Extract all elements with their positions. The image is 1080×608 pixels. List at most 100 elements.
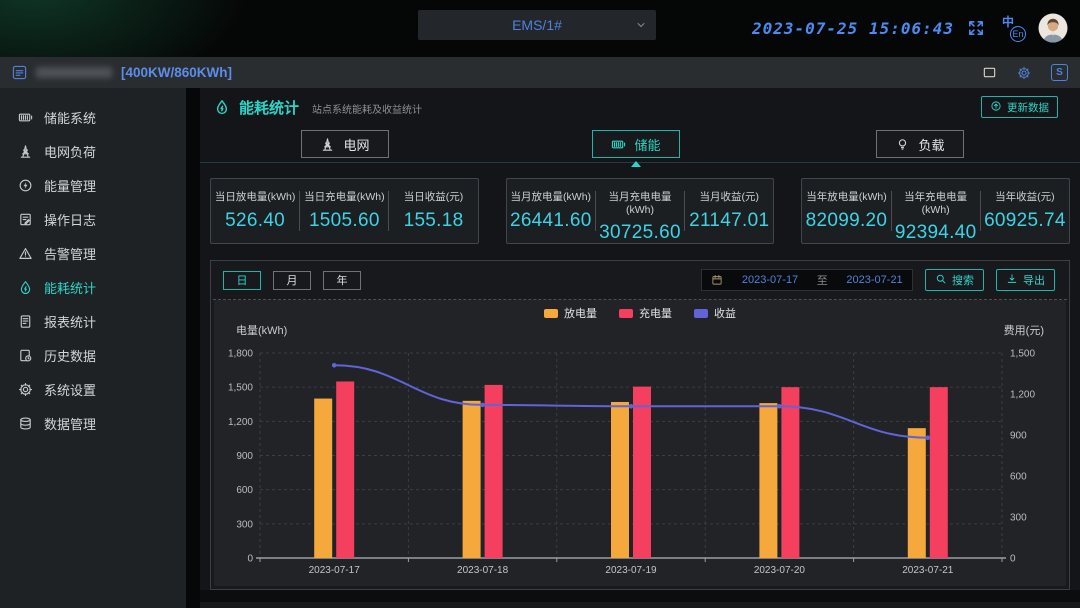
operation-log-icon bbox=[18, 212, 33, 227]
stat-label: 当年充电电量(kWh) bbox=[892, 189, 980, 216]
svg-text:2023-07-21: 2023-07-21 bbox=[902, 565, 954, 576]
sidebar-item-4[interactable]: 操作日志 bbox=[0, 202, 186, 236]
stat-item: 当日收益(元) 155.18 bbox=[389, 179, 477, 243]
date-from-value[interactable]: 2023-07-17 bbox=[742, 274, 798, 286]
export-icon bbox=[1006, 273, 1018, 288]
gear-icon[interactable] bbox=[1017, 66, 1031, 80]
sidebar-item-8[interactable]: 历史数据 bbox=[0, 338, 186, 372]
svg-text:2023-07-19: 2023-07-19 bbox=[605, 565, 657, 576]
stat-label: 当日收益(元) bbox=[389, 189, 477, 204]
sidebar-item-1[interactable]: 储能系统 bbox=[0, 100, 186, 134]
sidebar-item-5[interactable]: 告警管理 bbox=[0, 236, 186, 270]
sidebar-item-6[interactable]: 能耗统计 bbox=[0, 270, 186, 304]
stat-value: 155.18 bbox=[389, 210, 477, 232]
stats-card: 当月放电量(kWh)26441.60当月充电电量(kWh)30725.60当月收… bbox=[506, 178, 775, 244]
svg-text:费用(元): 费用(元) bbox=[1004, 324, 1044, 337]
stat-value: 82099.20 bbox=[802, 210, 890, 232]
page-header: 能耗统计 站点系统能耗及收益统计 更新数据 bbox=[200, 88, 1080, 126]
period-button-2[interactable]: 月 bbox=[273, 271, 311, 290]
stat-value: 30725.60 bbox=[596, 222, 684, 244]
refresh-data-button[interactable]: 更新数据 bbox=[981, 96, 1058, 118]
legend-item[interactable]: 收益 bbox=[694, 305, 736, 321]
stat-label: 当日放电量(kWh) bbox=[211, 189, 299, 204]
stat-label: 当年收益(元) bbox=[981, 189, 1069, 204]
svg-text:2023-07-20: 2023-07-20 bbox=[754, 565, 806, 576]
language-en-label: En bbox=[1010, 26, 1026, 42]
svg-text:1,200: 1,200 bbox=[228, 417, 253, 428]
tab-3[interactable]: 负载 bbox=[876, 130, 964, 158]
battery-icon bbox=[611, 137, 626, 152]
stat-label: 当月充电电量(kWh) bbox=[596, 189, 684, 216]
page-subtitle: 站点系统能耗及收益统计 bbox=[312, 101, 422, 116]
svg-text:600: 600 bbox=[236, 485, 253, 496]
date-range-picker[interactable]: 2023-07-17 至 2023-07-21 bbox=[701, 269, 913, 291]
date-to-value[interactable]: 2023-07-21 bbox=[846, 274, 902, 286]
date-to-label: 至 bbox=[817, 272, 828, 288]
period-button-1[interactable]: 日 bbox=[223, 271, 261, 290]
period-button-3[interactable]: 年 bbox=[323, 271, 361, 290]
export-label: 导出 bbox=[1023, 272, 1045, 288]
svg-text:1,200: 1,200 bbox=[1010, 390, 1035, 401]
stats-card: 当日放电量(kWh) 526.40当日充电量(kWh)1505.60当日收益(元)… bbox=[210, 178, 479, 244]
sidebar-item-3[interactable]: 能量管理 bbox=[0, 168, 186, 202]
grid-tower-icon bbox=[18, 144, 33, 159]
grid-tower-icon bbox=[320, 137, 335, 152]
battery-icon bbox=[18, 110, 33, 125]
legend-swatch bbox=[544, 309, 558, 318]
data-manage-icon bbox=[18, 416, 33, 431]
drop-icon bbox=[18, 280, 33, 295]
stat-value: 526.40 bbox=[211, 210, 299, 232]
history-icon bbox=[18, 348, 33, 363]
station-selector-value: EMS/1# bbox=[512, 17, 562, 33]
stat-item: 当日放电量(kWh) 526.40 bbox=[211, 179, 299, 243]
stat-label: 当日充电量(kWh) bbox=[300, 189, 388, 204]
energy-chart: 电量(kWh)费用(元)03006009001,2001,5001,800030… bbox=[214, 321, 1066, 585]
sidebar-item-2[interactable]: 电网负荷 bbox=[0, 134, 186, 168]
stat-value: 26441.60 bbox=[507, 210, 595, 232]
refresh-label: 更新数据 bbox=[1007, 100, 1049, 115]
stat-item: 当年收益(元)60925.74 bbox=[981, 179, 1069, 243]
export-button[interactable]: 导出 bbox=[996, 269, 1055, 291]
sidebar-item-9[interactable]: 系统设置 bbox=[0, 372, 186, 406]
category-tabs: 电网 储能 负载 bbox=[200, 128, 1080, 164]
svg-text:电量(kWh): 电量(kWh) bbox=[236, 324, 287, 337]
sidebar: 储能系统 电网负荷 能量管理 操作日志 告警管理 能耗统计 报表统计 历史数据 … bbox=[0, 88, 186, 608]
legend-item[interactable]: 充电量 bbox=[619, 305, 672, 321]
svg-text:1,500: 1,500 bbox=[1010, 349, 1035, 360]
legend-swatch bbox=[694, 309, 708, 318]
tab-1[interactable]: 电网 bbox=[301, 130, 389, 158]
svg-text:900: 900 bbox=[236, 451, 253, 462]
tab-2[interactable]: 储能 bbox=[592, 130, 680, 158]
page-title: 能耗统计 bbox=[239, 97, 299, 118]
titlebar: [400KW/860KWh] S bbox=[0, 57, 1080, 88]
stat-label: 当年放电量(kWh) bbox=[802, 189, 890, 204]
bottom-strip bbox=[200, 590, 1080, 608]
app-badge-icon[interactable]: S bbox=[1051, 64, 1068, 81]
stat-label: 当月收益(元) bbox=[685, 189, 773, 204]
avatar[interactable] bbox=[1038, 13, 1068, 43]
display-icon[interactable] bbox=[982, 65, 997, 80]
search-label: 搜索 bbox=[952, 272, 974, 288]
legend-item[interactable]: 放电量 bbox=[544, 305, 597, 321]
svg-text:2023-07-18: 2023-07-18 bbox=[457, 565, 509, 576]
svg-text:900: 900 bbox=[1010, 431, 1027, 442]
energy-manage-icon bbox=[18, 178, 33, 193]
stats-card: 当年放电量(kWh) 82099.20当年充电电量(kWh)92394.40当年收… bbox=[801, 178, 1070, 244]
date-text: 2023-07-25 bbox=[752, 19, 858, 38]
station-selector[interactable]: EMS/1# bbox=[418, 10, 656, 40]
sidebar-item-7[interactable]: 报表统计 bbox=[0, 304, 186, 338]
sidebar-item-10[interactable]: 数据管理 bbox=[0, 406, 186, 440]
language-toggle[interactable]: 中 En bbox=[998, 15, 1025, 42]
settings-icon bbox=[18, 382, 33, 397]
svg-text:1,500: 1,500 bbox=[228, 383, 253, 394]
svg-text:0: 0 bbox=[1010, 554, 1016, 565]
chart-zone: 放电量 充电量 收益 电量(kWh)费用(元)03006009001,2001,… bbox=[214, 300, 1066, 586]
svg-text:0: 0 bbox=[247, 554, 253, 565]
search-button[interactable]: 搜索 bbox=[925, 269, 984, 291]
fullscreen-icon[interactable] bbox=[967, 19, 985, 37]
stat-item: 当年充电电量(kWh)92394.40 bbox=[892, 179, 980, 243]
stat-item: 当日充电量(kWh)1505.60 bbox=[300, 179, 388, 243]
stat-item: 当月充电电量(kWh) 30725.60 bbox=[596, 179, 684, 243]
time-text: 15:06:43 bbox=[869, 19, 954, 38]
drop-icon bbox=[214, 99, 230, 115]
